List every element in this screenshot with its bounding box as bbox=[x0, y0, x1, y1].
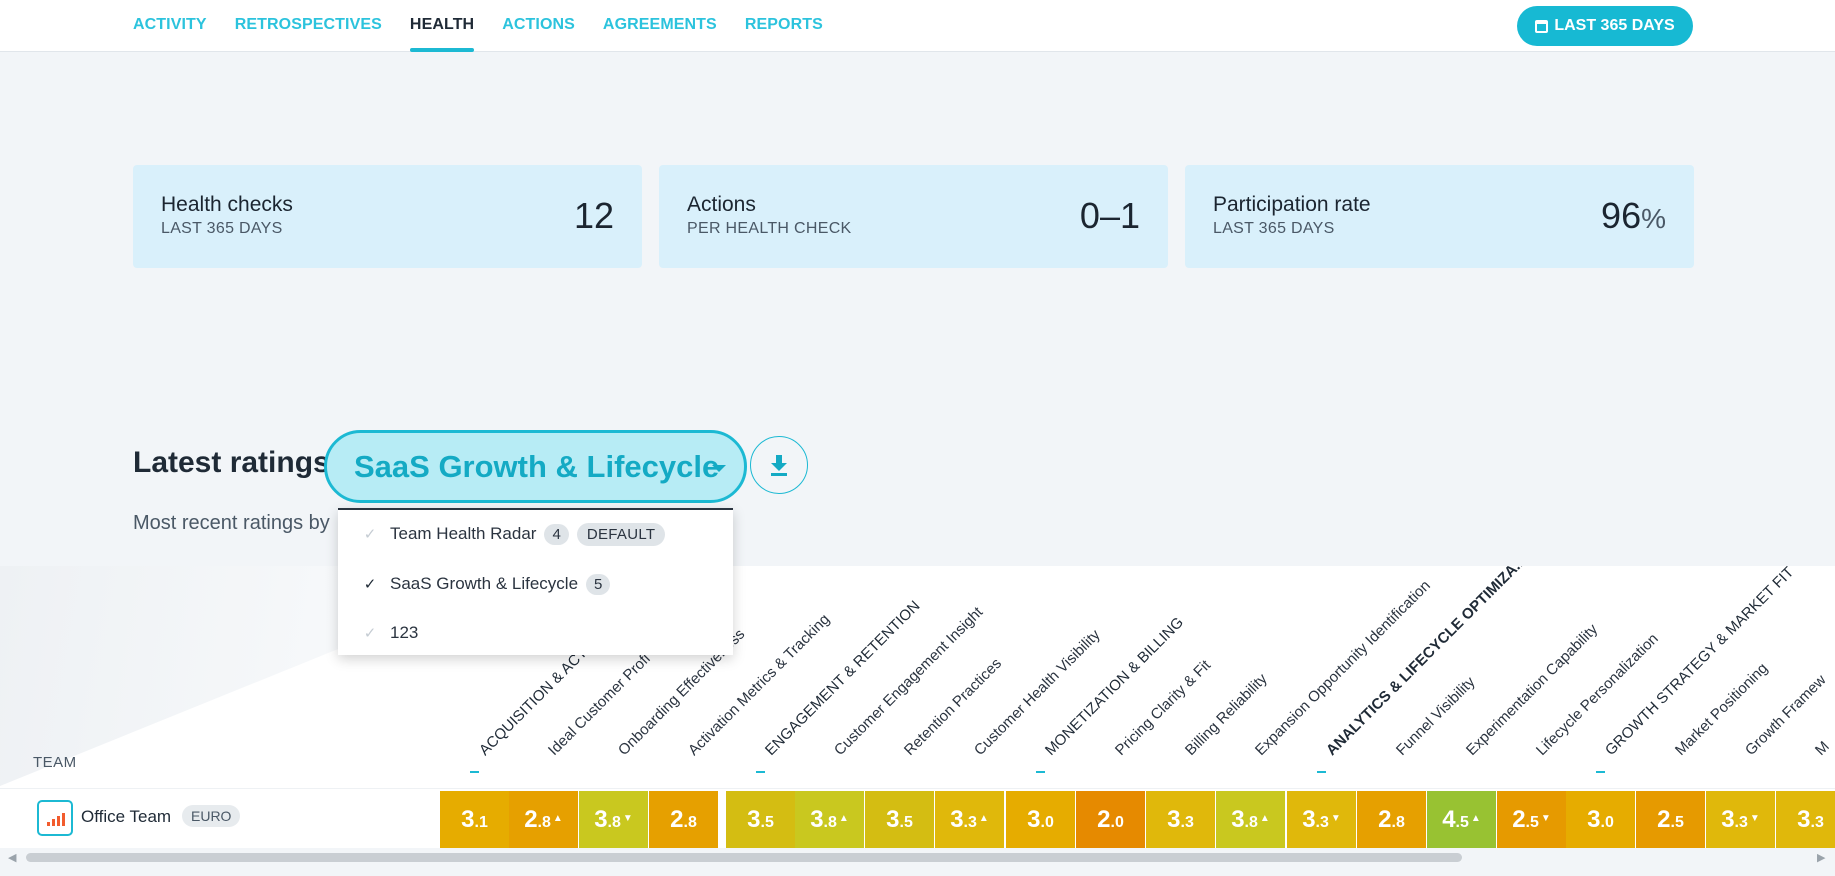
rating-cell[interactable]: 3.0 bbox=[1006, 791, 1075, 849]
stat-subtitle: LAST 365 DAYS bbox=[161, 220, 283, 237]
rating-cell[interactable]: 2.5 bbox=[1636, 791, 1705, 849]
stat-title: Participation rate bbox=[1213, 193, 1371, 216]
stat-card-actions: Actions PER HEALTH CHECK 0–1 bbox=[659, 165, 1168, 268]
rating-cell[interactable]: 3.5 bbox=[726, 791, 795, 849]
category-marker bbox=[1596, 771, 1605, 773]
stat-title: Health checks bbox=[161, 193, 293, 216]
rating-cell[interactable]: 3.3 bbox=[1776, 791, 1835, 849]
download-button[interactable] bbox=[750, 436, 808, 494]
stat-card-participation: Participation rate LAST 365 DAYS 96% bbox=[1185, 165, 1694, 268]
bar-chart-icon bbox=[37, 800, 73, 836]
column-header: Customer Engagement Insight bbox=[830, 603, 987, 759]
check-icon: ✓ bbox=[363, 576, 377, 593]
stat-subtitle: LAST 365 DAYS bbox=[1213, 220, 1335, 237]
latest-ratings-subtitle: Most recent ratings by bbox=[133, 512, 330, 534]
team-name[interactable]: Office Team bbox=[81, 807, 171, 827]
count-badge: 4 bbox=[544, 523, 569, 545]
rating-cell[interactable]: 2.0 bbox=[1076, 791, 1145, 849]
tab-actions[interactable]: ACTIONS bbox=[502, 0, 575, 52]
dropdown-item-saas-growth[interactable]: ✓ SaaS Growth & Lifecycle 5 bbox=[338, 564, 733, 604]
date-range-label: LAST 365 DAYS bbox=[1554, 17, 1675, 34]
rating-cell[interactable]: 2.5 ▼ bbox=[1497, 791, 1566, 849]
category-header: MONETIZATION & BILLING bbox=[1041, 613, 1188, 759]
trend-up-icon: ▲ bbox=[1259, 812, 1270, 824]
default-badge: DEFAULT bbox=[576, 522, 666, 546]
rating-cell[interactable]: 3.8 ▼ bbox=[579, 791, 648, 849]
scrollbar-thumb[interactable] bbox=[26, 853, 1462, 862]
dropdown-item-123[interactable]: ✓ 123 bbox=[338, 613, 733, 653]
count-badge: 5 bbox=[586, 573, 611, 595]
scroll-right-icon[interactable]: ▶ bbox=[1817, 851, 1825, 864]
category-marker bbox=[1036, 771, 1045, 773]
trend-up-icon: ▲ bbox=[838, 812, 849, 824]
template-select[interactable]: SaaS Growth & Lifecycle bbox=[324, 430, 747, 503]
tab-activity[interactable]: ACTIVITY bbox=[133, 0, 207, 52]
stat-value: 12 bbox=[573, 195, 614, 236]
category-marker bbox=[1317, 771, 1326, 773]
column-header: M bbox=[1811, 738, 1833, 759]
team-column-header: TEAM bbox=[33, 754, 77, 771]
check-icon: ✓ bbox=[363, 526, 377, 543]
rating-cell[interactable]: 3.3 ▲ bbox=[935, 791, 1004, 849]
rating-cell[interactable]: 3.0 bbox=[1566, 791, 1635, 849]
dropdown-item-label: 123 bbox=[390, 623, 419, 642]
download-icon bbox=[771, 455, 787, 476]
trend-down-icon: ▼ bbox=[1749, 812, 1760, 824]
trend-down-icon: ▼ bbox=[1330, 812, 1341, 824]
trend-up-icon: ▲ bbox=[552, 812, 563, 824]
column-header: Lifecycle Personalization bbox=[1532, 630, 1662, 759]
tab-reports[interactable]: REPORTS bbox=[745, 0, 823, 52]
trend-down-icon: ▼ bbox=[622, 812, 633, 824]
category-header: ACQUISITION & ACTI bbox=[475, 641, 594, 759]
category-marker bbox=[756, 771, 765, 773]
top-nav: ACTIVITY RETROSPECTIVES HEALTH ACTIONS A… bbox=[0, 0, 1835, 52]
template-select-label: SaaS Growth & Lifecycle bbox=[354, 449, 720, 484]
rating-cell[interactable]: 2.8 ▲ bbox=[509, 791, 578, 849]
trend-up-icon: ▲ bbox=[1470, 812, 1481, 824]
caret-down-icon bbox=[712, 465, 726, 472]
rating-cell[interactable]: 3.1 bbox=[440, 791, 509, 849]
category-marker bbox=[470, 771, 479, 773]
stat-value: 0–1 bbox=[1079, 195, 1140, 236]
rating-cell[interactable]: 3.8 ▲ bbox=[795, 791, 864, 849]
rating-cell[interactable]: 3.3 ▼ bbox=[1287, 791, 1356, 849]
latest-ratings-title: Latest ratings bbox=[133, 446, 330, 479]
dropdown-item-label: SaaS Growth & Lifecycle bbox=[390, 574, 579, 593]
dropdown-item-team-health-radar[interactable]: ✓ Team Health Radar 4 DEFAULT bbox=[338, 514, 733, 554]
trend-down-icon: ▼ bbox=[1540, 812, 1551, 824]
rating-cell[interactable]: 4.5 ▲ bbox=[1427, 791, 1496, 849]
rating-cell[interactable]: 3.3 bbox=[1146, 791, 1215, 849]
stat-subtitle: PER HEALTH CHECK bbox=[687, 220, 852, 237]
stat-card-health-checks: Health checks LAST 365 DAYS 12 bbox=[133, 165, 642, 268]
column-header: Experimentation Capability bbox=[1462, 620, 1602, 759]
rating-cell[interactable]: 2.8 bbox=[649, 791, 718, 849]
stat-value: 96% bbox=[1601, 195, 1666, 236]
team-tag: EURO bbox=[182, 805, 241, 827]
trend-up-icon: ▲ bbox=[978, 812, 989, 824]
tab-health[interactable]: HEALTH bbox=[409, 0, 475, 52]
date-range-button[interactable]: LAST 365 DAYS bbox=[1517, 6, 1693, 46]
calendar-icon bbox=[1535, 19, 1549, 33]
dropdown-item-label: Team Health Radar bbox=[390, 524, 537, 543]
rating-cell[interactable]: 2.8 bbox=[1357, 791, 1426, 849]
rating-cell[interactable]: 3.3 ▼ bbox=[1706, 791, 1775, 849]
tab-agreements[interactable]: AGREEMENTS bbox=[603, 0, 717, 52]
stat-title: Actions bbox=[687, 193, 756, 216]
check-icon: ✓ bbox=[363, 625, 377, 642]
column-header: Customer Health Visibility bbox=[970, 626, 1104, 759]
tab-bar: ACTIVITY RETROSPECTIVES HEALTH ACTIONS A… bbox=[133, 0, 851, 52]
template-dropdown: ✓ Team Health Radar 4 DEFAULT ✓ SaaS Gro… bbox=[338, 508, 733, 655]
rating-cell[interactable]: 3.8 ▲ bbox=[1216, 791, 1285, 849]
tab-retrospectives[interactable]: RETROSPECTIVES bbox=[235, 0, 382, 52]
scroll-left-icon[interactable]: ◀ bbox=[8, 851, 16, 864]
rating-cell[interactable]: 3.5 bbox=[865, 791, 934, 849]
